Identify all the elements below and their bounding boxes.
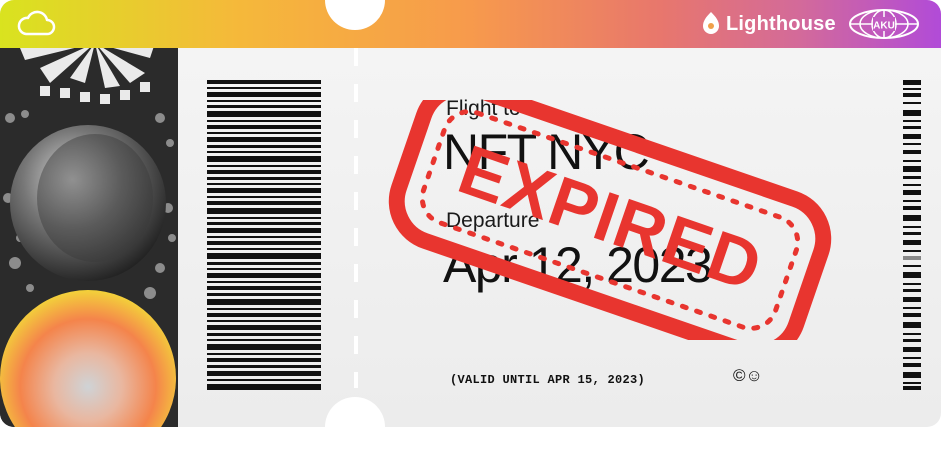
cc-license-icon: ©☺ bbox=[733, 366, 763, 385]
ticket-header: Lighthouse AKU bbox=[0, 0, 941, 48]
artwork-image bbox=[0, 48, 178, 427]
barcode-left bbox=[207, 80, 321, 390]
ticket: Lighthouse AKU Flight to NFT NYC Departu… bbox=[0, 0, 941, 457]
cloud-icon bbox=[17, 10, 56, 36]
ticket-notch-bottom bbox=[325, 397, 385, 457]
barcode-right bbox=[903, 80, 921, 390]
badge-text: AKU bbox=[873, 21, 895, 32]
perforation-line bbox=[354, 48, 358, 388]
brand-name: Lighthouse bbox=[726, 12, 836, 35]
artwork-panel bbox=[0, 48, 178, 427]
validity-note: (VALID UNTIL APR 15, 2023) bbox=[450, 373, 646, 387]
lighthouse-logo-icon bbox=[703, 12, 719, 34]
expired-stamp: EXPIRED bbox=[388, 100, 832, 340]
globe-badge-icon: AKU bbox=[849, 9, 919, 39]
brand: Lighthouse bbox=[702, 10, 836, 38]
